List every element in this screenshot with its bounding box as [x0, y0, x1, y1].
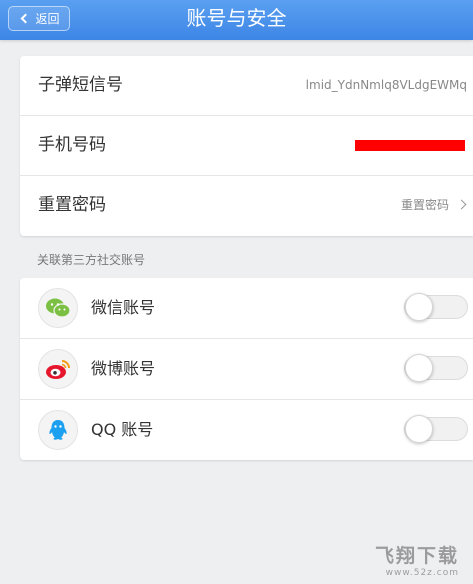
qq-toggle[interactable]	[404, 415, 468, 443]
wechat-icon	[38, 288, 78, 328]
qq-account-row: QQ 账号	[20, 400, 473, 461]
weibo-account-row: 微博账号	[20, 339, 473, 400]
weibo-icon	[38, 349, 78, 389]
messenger-id-row: 子弹短信号 lmid_YdnNmlq8VLdgEWMq	[20, 56, 473, 116]
page-title: 账号与安全	[186, 6, 287, 30]
phone-number-redaction	[355, 140, 465, 151]
phone-number-row[interactable]: 手机号码	[20, 116, 473, 176]
wechat-account-label: 微信账号	[91, 298, 156, 317]
qq-icon	[38, 410, 78, 450]
back-button-label: 返回	[35, 12, 60, 26]
chevron-left-icon	[21, 13, 31, 24]
site-watermark: 飞翔下载 www.52z.com	[375, 541, 459, 578]
messenger-id-value: lmid_YdnNmlq8VLdgEWMq	[305, 78, 467, 92]
account-settings-card: 子弹短信号 lmid_YdnNmlq8VLdgEWMq 手机号码 重置密码 重置…	[20, 56, 473, 236]
watermark-url: www.52z.com	[385, 568, 459, 578]
top-navigation-bar: 返回 账号与安全	[0, 0, 473, 40]
wechat-account-row: 微信账号	[20, 278, 473, 339]
watermark-logo: 飞翔下载	[374, 545, 459, 567]
back-button[interactable]: 返回	[8, 6, 70, 31]
social-accounts-card: 微信账号 微博账号 QQ 账号	[20, 278, 473, 460]
chevron-right-icon	[456, 199, 467, 210]
reset-password-label: 重置密码	[38, 195, 106, 215]
weibo-toggle[interactable]	[404, 354, 468, 382]
toggle-knob	[405, 415, 433, 443]
toggle-knob	[405, 354, 433, 382]
reset-password-row[interactable]: 重置密码 重置密码	[20, 176, 473, 236]
reset-password-value: 重置密码	[400, 198, 449, 212]
toggle-knob	[405, 293, 433, 321]
weibo-account-label: 微博账号	[91, 359, 156, 378]
wechat-toggle[interactable]	[404, 293, 468, 321]
phone-number-label: 手机号码	[38, 135, 106, 155]
social-accounts-section-label: 关联第三方社交账号	[37, 253, 146, 267]
qq-account-label: QQ 账号	[91, 420, 154, 439]
messenger-id-label: 子弹短信号	[38, 75, 123, 95]
